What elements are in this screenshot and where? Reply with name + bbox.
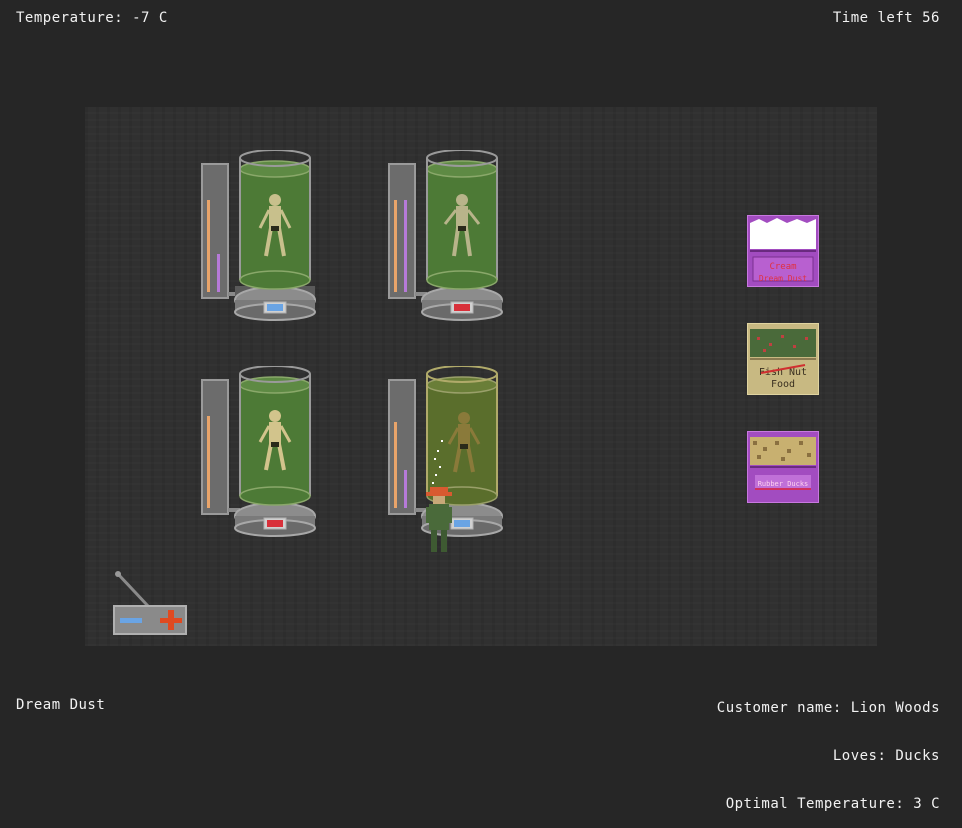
crate-label-bottom: Food [771,379,795,390]
customer-loves: Loves: Ducks [832,748,940,764]
time-left-readout: Time left 56 [832,10,940,26]
level-bar-secondary [404,470,407,508]
crate-rubber-ducks[interactable]: Rubber Ducks [746,430,820,504]
lab-floor: Cream Dream Dust Fish Nut Food Rubber Du… [85,107,877,646]
level-bar-primary [394,422,397,508]
decrease-temperature-button[interactable] [120,618,142,623]
status-light [454,520,470,527]
player-character [424,485,454,557]
temperature-readout: Temperature: -7 C [16,10,168,26]
customer-optimal-temperature: Optimal Temperature: 3 C [725,796,940,812]
crate-label-top: Cream [769,262,796,272]
thermostat-control[interactable] [112,570,188,636]
level-bar-primary [207,416,210,508]
crate-label-bottom: Dream Dust [759,274,807,283]
crate-dream-dust[interactable]: Cream Dream Dust [746,214,820,288]
customer-name: Customer name: Lion Woods [716,700,940,716]
stasis-pod-top-right[interactable] [387,150,697,330]
status-light [267,304,283,311]
customer-info: Customer name: Lion Woods Loves: Ducks O… [717,668,940,828]
level-bar-secondary [404,200,407,292]
held-item-label: Dream Dust [16,697,106,713]
crate-label-bottom: Rubber Ducks [758,480,809,488]
level-bar-primary [394,200,397,292]
status-light [267,520,283,527]
status-light [454,304,470,311]
level-bar-secondary [217,254,220,292]
crate-food[interactable]: Fish Nut Food [746,322,820,396]
level-bar-primary [207,200,210,292]
